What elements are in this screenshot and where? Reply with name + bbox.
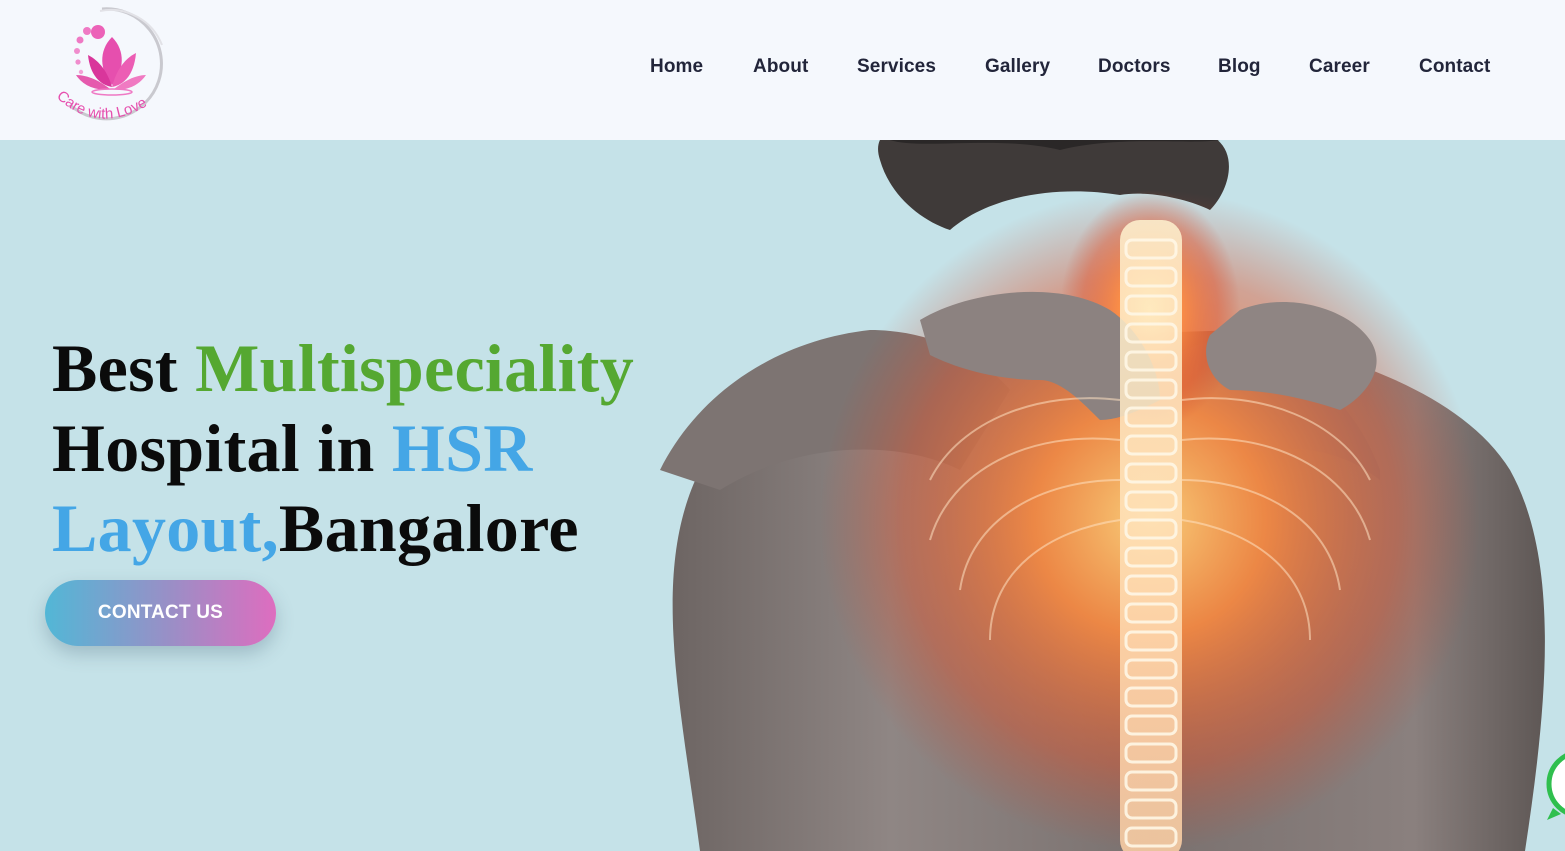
headline-best: Best [52,330,196,406]
nav-home[interactable]: Home [650,56,703,78]
nav-doctors[interactable]: Doctors [1098,56,1171,78]
whatsapp-button[interactable] [1545,750,1565,822]
hero-section: Best Multispeciality Hospital in HSR Lay… [0,140,1565,851]
nav-services[interactable]: Services [857,56,936,78]
headline-bangalore: Bangalore [278,490,579,566]
svg-text:Care with Love: Care with Love [53,87,149,122]
nav-gallery[interactable]: Gallery [985,56,1050,78]
whatsapp-icon [1546,753,1565,820]
headline-hospital-in: Hospital in [52,410,392,486]
headline-layout: Layout, [52,490,279,566]
hero-headline: Best Multispeciality Hospital in HSR Lay… [52,328,772,568]
nav-about[interactable]: About [753,56,808,78]
headline-hsr: HSR [391,410,533,486]
site-header: Care with Love Home About Services Galle… [0,0,1565,140]
nav-career[interactable]: Career [1309,56,1370,78]
contact-us-button[interactable]: CONTACT US [45,580,276,646]
nav-contact[interactable]: Contact [1419,56,1490,78]
main-nav: Home About Services Gallery Doctors Blog… [0,56,1565,82]
nav-blog[interactable]: Blog [1218,56,1261,78]
headline-multispeciality: Multispeciality [195,330,635,406]
